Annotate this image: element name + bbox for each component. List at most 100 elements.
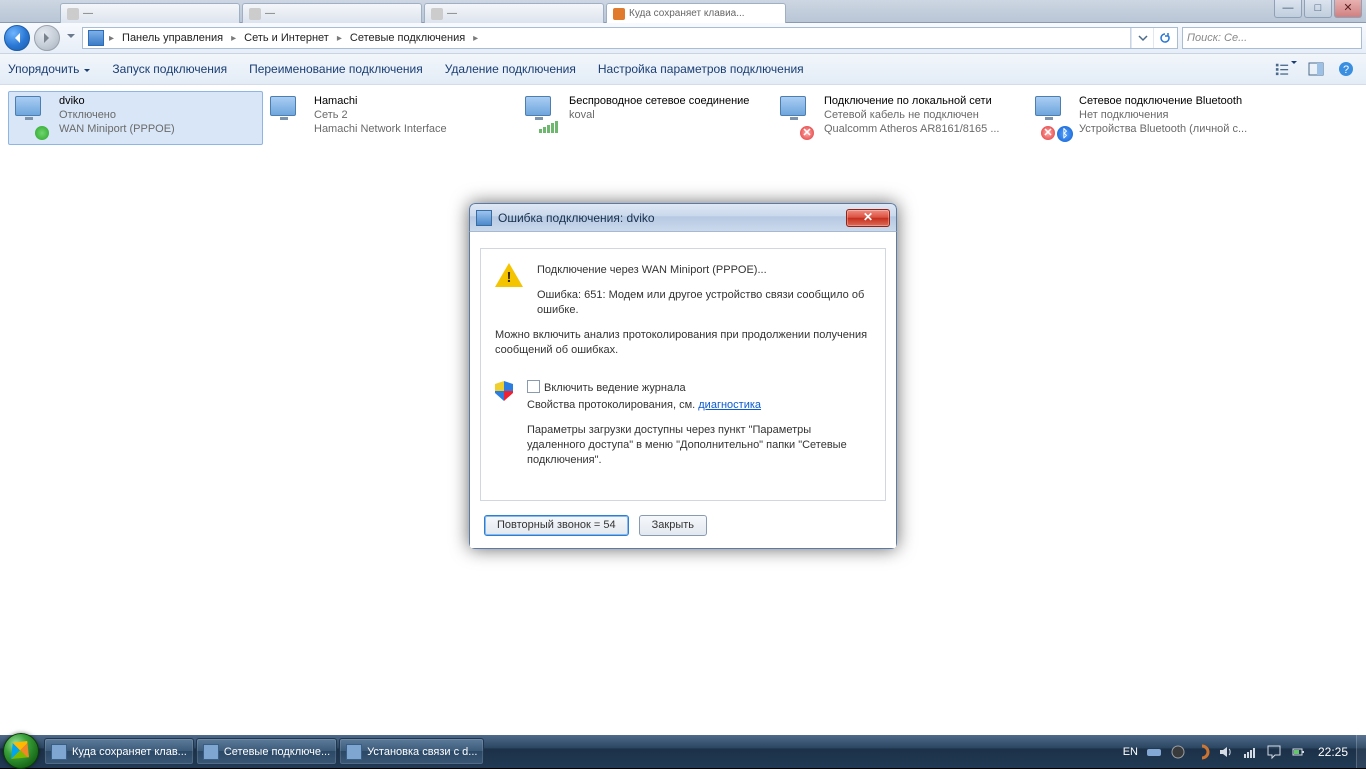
connection-detail: Qualcomm Atheros AR8161/8165 ... <box>824 122 1000 136</box>
toolbar-label: Удаление подключения <box>445 62 576 76</box>
connection-item-bluetooth[interactable]: ✕ᛒ Сетевое подключение Bluetooth Нет под… <box>1028 91 1283 145</box>
favicon-icon <box>613 8 625 20</box>
browser-tab-active[interactable]: Куда сохраняет клавиа... <box>606 3 786 23</box>
connection-icon: ✕ <box>778 94 818 142</box>
toolbar-label: Запуск подключения <box>112 62 227 76</box>
connection-detail: koval <box>569 108 749 122</box>
dialog-body: Подключение через WAN Miniport (PPPOE)..… <box>469 231 897 549</box>
search-placeholder: Поиск: Се... <box>1187 32 1247 44</box>
tab-label: — <box>83 8 93 19</box>
status-error-icon: ✕ <box>800 126 814 140</box>
connection-item-lan[interactable]: ✕ Подключение по локальной сети Сетевой … <box>773 91 1028 145</box>
language-indicator[interactable]: EN <box>1123 746 1138 758</box>
refresh-button[interactable] <box>1153 28 1175 48</box>
network-icon[interactable] <box>1242 744 1258 760</box>
browser-tab[interactable]: — <box>242 3 422 23</box>
start-connection-button[interactable]: Запуск подключения <box>112 62 227 76</box>
browser-tab[interactable]: — <box>60 3 240 23</box>
close-button[interactable]: ✕ <box>1334 0 1362 18</box>
search-input[interactable]: Поиск: Се... <box>1182 27 1362 49</box>
connection-status: Нет подключения <box>1079 108 1247 122</box>
nav-history-dropdown[interactable] <box>64 28 78 48</box>
browser-tabs: — — — Куда сохраняет клавиа... <box>0 0 786 22</box>
connection-icon: ✕ᛒ <box>1033 94 1073 142</box>
maximize-button[interactable]: □ <box>1304 0 1332 18</box>
breadcrumb-item[interactable]: Сеть и Интернет <box>238 32 335 44</box>
taskbar-items: Куда сохраняет клав... Сетевые подключе.… <box>44 735 484 768</box>
connection-item-wireless[interactable]: Беспроводное сетевое соединение koval <box>518 91 773 145</box>
app-icon <box>203 744 219 760</box>
breadcrumb-item[interactable]: Панель управления <box>116 32 229 44</box>
connection-icon <box>13 94 53 142</box>
tab-label: — <box>447 8 457 19</box>
connection-status: Сетевой кабель не подключен <box>824 108 1000 122</box>
connection-icon <box>523 94 563 142</box>
enable-logging-checkbox[interactable] <box>527 380 540 393</box>
action-center-icon[interactable] <box>1266 744 1282 760</box>
tab-label: Куда сохраняет клавиа... <box>629 8 745 19</box>
taskbar-item-label: Сетевые подключе... <box>224 746 330 758</box>
help-button[interactable]: ? <box>1334 58 1358 80</box>
nav-forward-button[interactable] <box>34 25 60 51</box>
minimize-icon: — <box>1283 2 1294 14</box>
shield-icon <box>495 381 513 401</box>
dialog-app-icon <box>476 210 492 226</box>
browser-tab[interactable]: — <box>424 3 604 23</box>
taskbar-item-label: Установка связи с d... <box>367 746 477 758</box>
taskbar-item[interactable]: Установка связи с d... <box>339 738 484 765</box>
breadcrumb-sep-icon <box>107 32 116 44</box>
start-button[interactable] <box>0 735 40 768</box>
nav-back-button[interactable] <box>4 25 30 51</box>
app-icon <box>346 744 362 760</box>
show-desktop-button[interactable] <box>1356 735 1366 768</box>
tab-label: — <box>265 8 275 19</box>
clock[interactable]: 22:25 <box>1318 745 1348 759</box>
background-browser-chrome: — — — Куда сохраняет клавиа... — □ ✕ <box>0 0 1366 23</box>
diagnostics-link[interactable]: диагностика <box>698 399 761 411</box>
volume-icon[interactable] <box>1218 744 1234 760</box>
rename-connection-button[interactable]: Переименование подключения <box>249 62 423 76</box>
favicon-icon <box>67 8 79 20</box>
tray-icon[interactable] <box>1170 744 1186 760</box>
window-buttons: — □ ✕ <box>1272 0 1362 18</box>
toolbar-label: Упорядочить <box>8 62 79 76</box>
dialog-message-connecting: Подключение через WAN Miniport (PPPOE)..… <box>537 263 871 278</box>
connection-detail: WAN Miniport (PPPOE) <box>59 122 175 136</box>
power-icon[interactable] <box>1290 744 1306 760</box>
log-properties-text: Свойства протоколирования, см. <box>527 399 698 411</box>
favicon-icon <box>249 8 261 20</box>
dialog-titlebar[interactable]: Ошибка подключения: dviko ✕ <box>469 203 897 231</box>
view-mode-button[interactable] <box>1274 58 1298 80</box>
connection-status: Сеть 2 <box>314 108 447 122</box>
tray-icon[interactable] <box>1146 744 1162 760</box>
tray-icon[interactable] <box>1194 744 1210 760</box>
breadcrumb-sep-icon <box>471 32 480 44</box>
warning-icon <box>495 263 523 289</box>
organize-menu[interactable]: Упорядочить <box>8 62 90 76</box>
app-icon <box>51 744 67 760</box>
taskbar-item-label: Куда сохраняет клав... <box>72 746 187 758</box>
breadcrumb-item[interactable]: Сетевые подключения <box>344 32 471 44</box>
redial-button[interactable]: Повторный звонок = 54 <box>484 515 629 536</box>
system-tray: EN 22:25 <box>1115 744 1356 760</box>
breadcrumb[interactable]: Панель управления Сеть и Интернет Сетевы… <box>82 27 1178 49</box>
dialog-title: Ошибка подключения: dviko <box>498 211 655 225</box>
breadcrumb-sep-icon <box>335 32 344 44</box>
connection-settings-button[interactable]: Настройка параметров подключения <box>598 62 804 76</box>
dialog-error-text: Ошибка: 651: Модем или другое устройство… <box>537 288 871 318</box>
maximize-icon: □ <box>1315 2 1322 14</box>
minimize-button[interactable]: — <box>1274 0 1302 18</box>
breadcrumb-dropdown-button[interactable] <box>1131 28 1153 48</box>
breadcrumb-sep-icon <box>229 32 238 44</box>
connection-name: Беспроводное сетевое соединение <box>569 94 749 108</box>
delete-connection-button[interactable]: Удаление подключения <box>445 62 576 76</box>
preview-pane-button[interactable] <box>1304 58 1328 80</box>
connection-item-hamachi[interactable]: Hamachi Сеть 2 Hamachi Network Interface <box>263 91 518 145</box>
dialog-close-button[interactable]: ✕ <box>846 209 890 227</box>
close-dialog-button[interactable]: Закрыть <box>639 515 707 536</box>
taskbar-item[interactable]: Сетевые подключе... <box>196 738 337 765</box>
taskbar-item[interactable]: Куда сохраняет клав... <box>44 738 194 765</box>
toolbar-label: Переименование подключения <box>249 62 423 76</box>
toolbar: Упорядочить Запуск подключения Переимено… <box>0 54 1366 85</box>
connection-item-dviko[interactable]: dviko Отключено WAN Miniport (PPPOE) <box>8 91 263 145</box>
